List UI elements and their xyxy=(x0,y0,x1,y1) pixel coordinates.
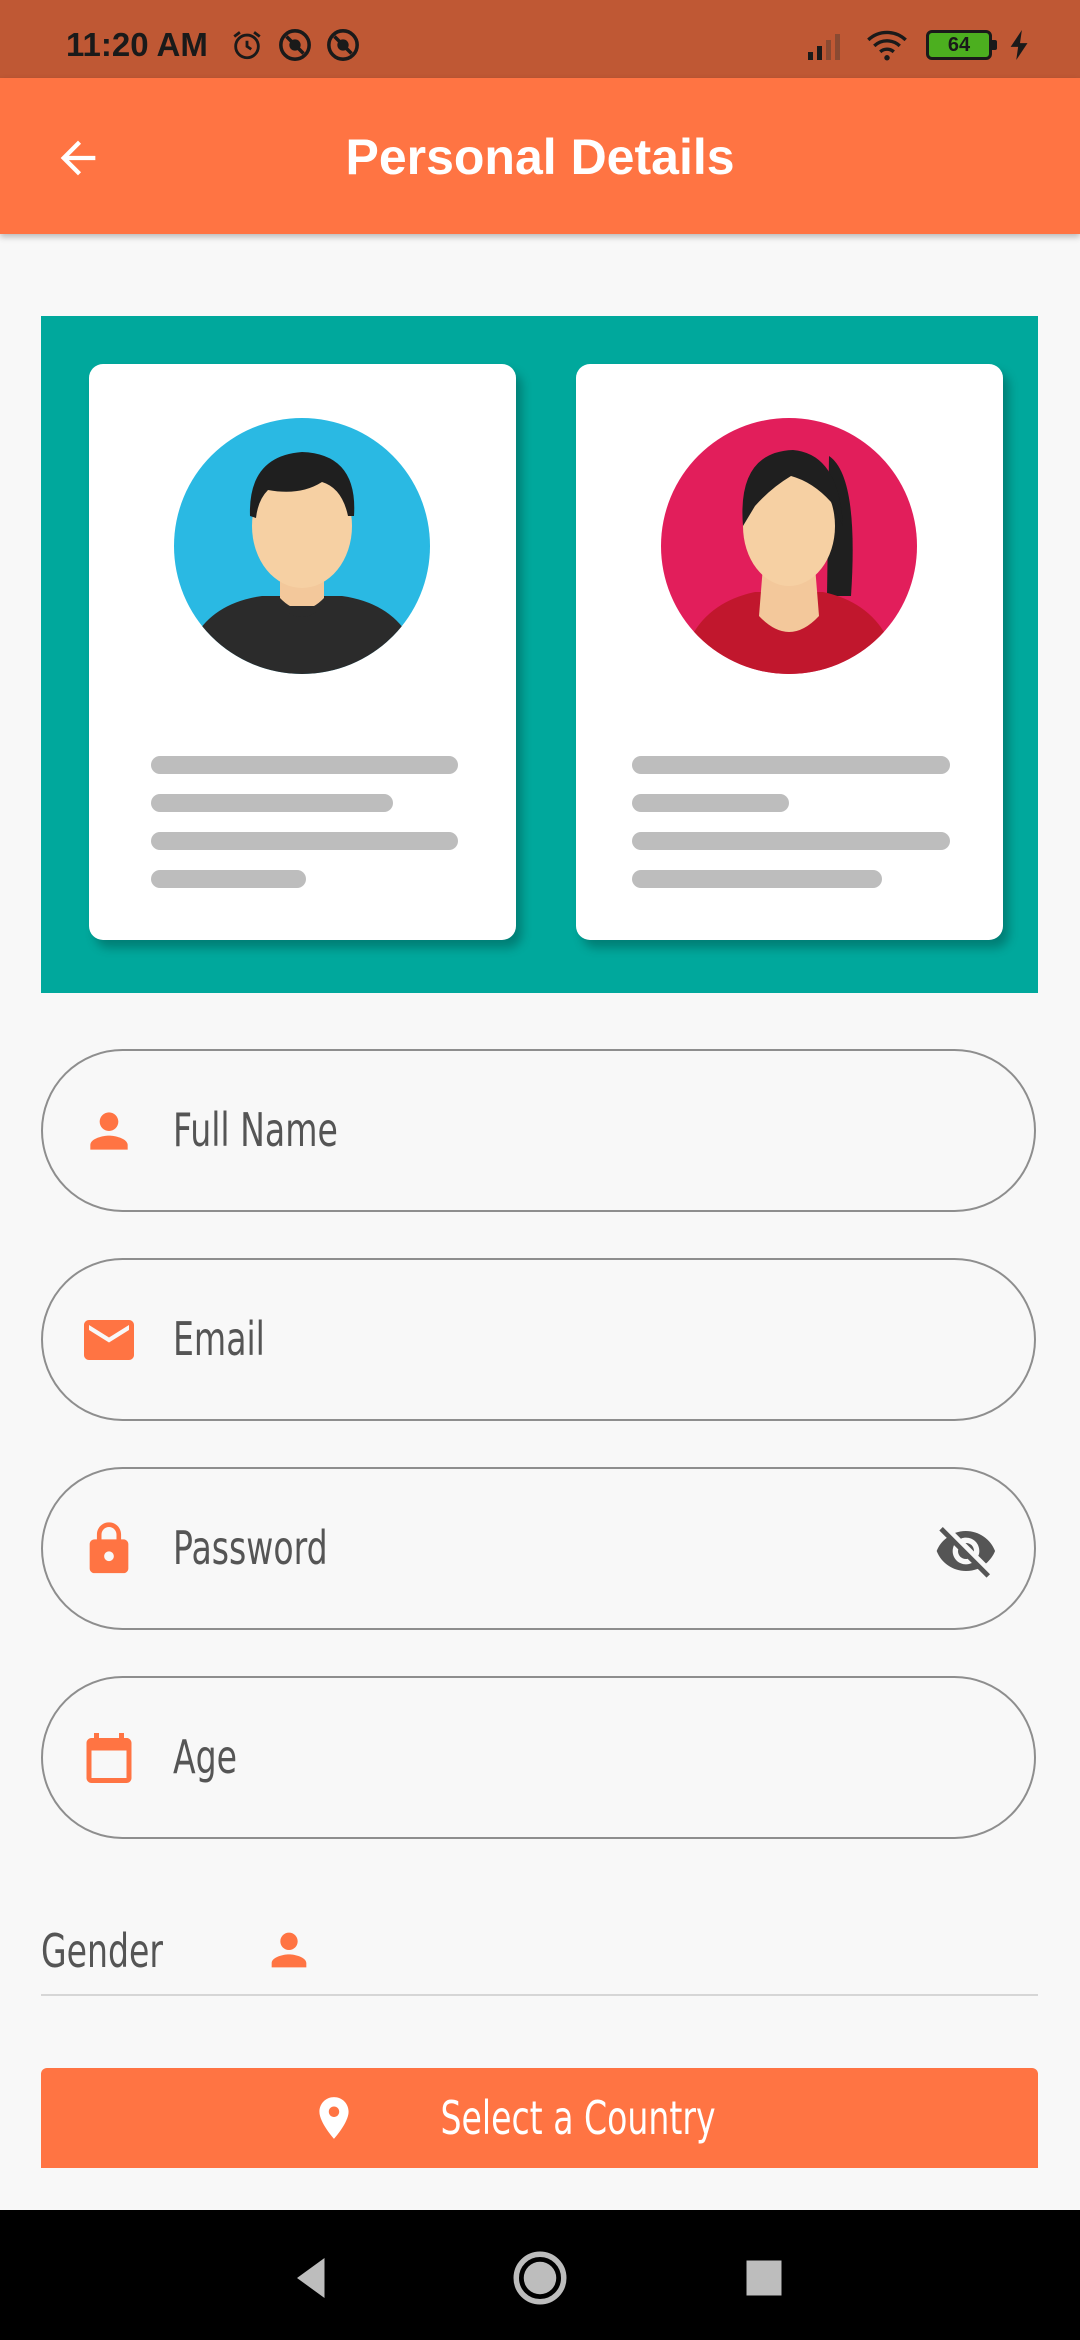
placeholder-line xyxy=(151,832,458,850)
placeholder-line xyxy=(151,870,306,888)
password-field[interactable]: Password xyxy=(41,1467,1036,1630)
gender-selector[interactable]: Gender xyxy=(41,1910,1038,1996)
male-avatar xyxy=(172,416,432,676)
calendar-icon xyxy=(79,1728,139,1788)
full-name-field[interactable]: Full Name xyxy=(41,1049,1036,1212)
battery-level: 64 xyxy=(947,34,971,56)
placeholder-line xyxy=(632,794,789,812)
status-time: 11:20 AM xyxy=(66,26,208,63)
no-disturb-icon xyxy=(279,29,311,61)
alarm-icon xyxy=(233,31,261,60)
signal-icon xyxy=(808,34,840,60)
gender-label: Gender xyxy=(41,1924,164,1978)
page-title: Personal Details xyxy=(345,129,735,185)
placeholder-line xyxy=(151,794,393,812)
profile-banner-illustration xyxy=(41,316,1038,993)
placeholder-line xyxy=(632,832,950,850)
placeholder-line xyxy=(632,756,950,774)
recents-square-icon[interactable] xyxy=(734,2248,794,2308)
placeholder-line xyxy=(151,756,458,774)
status-left-icons xyxy=(230,28,360,62)
email-field[interactable]: Email xyxy=(41,1258,1036,1421)
full-name-placeholder: Full Name xyxy=(173,1103,338,1157)
age-field[interactable]: Age xyxy=(41,1676,1036,1839)
placeholder-line xyxy=(632,870,882,888)
password-placeholder: Password xyxy=(173,1521,328,1575)
wifi-icon xyxy=(867,30,907,61)
system-nav-bar xyxy=(0,2210,1080,2340)
select-country-label: Select a Country xyxy=(440,2091,717,2145)
battery-icon: 64 xyxy=(926,30,997,60)
status-right-icons: 64 xyxy=(806,28,1030,62)
email-placeholder: Email xyxy=(173,1312,265,1366)
app-bar: Personal Details xyxy=(0,78,1080,234)
female-avatar xyxy=(659,416,919,676)
select-country-button[interactable]: Select a Country xyxy=(41,2068,1038,2168)
male-profile-card xyxy=(89,364,516,940)
lock-icon xyxy=(79,1519,139,1579)
charging-icon xyxy=(1010,30,1028,60)
no-disturb-icon xyxy=(327,29,359,61)
female-profile-card xyxy=(576,364,1003,940)
email-icon xyxy=(79,1310,139,1370)
location-pin-icon xyxy=(319,2097,350,2139)
person-icon xyxy=(79,1101,139,1161)
visibility-off-icon[interactable] xyxy=(934,1519,998,1583)
home-circle-icon[interactable] xyxy=(510,2248,570,2308)
status-bar: 11:20 AM 64 xyxy=(0,0,1080,78)
person-icon xyxy=(263,1924,315,1976)
back-triangle-icon[interactable] xyxy=(282,2248,342,2308)
age-placeholder: Age xyxy=(173,1730,238,1784)
